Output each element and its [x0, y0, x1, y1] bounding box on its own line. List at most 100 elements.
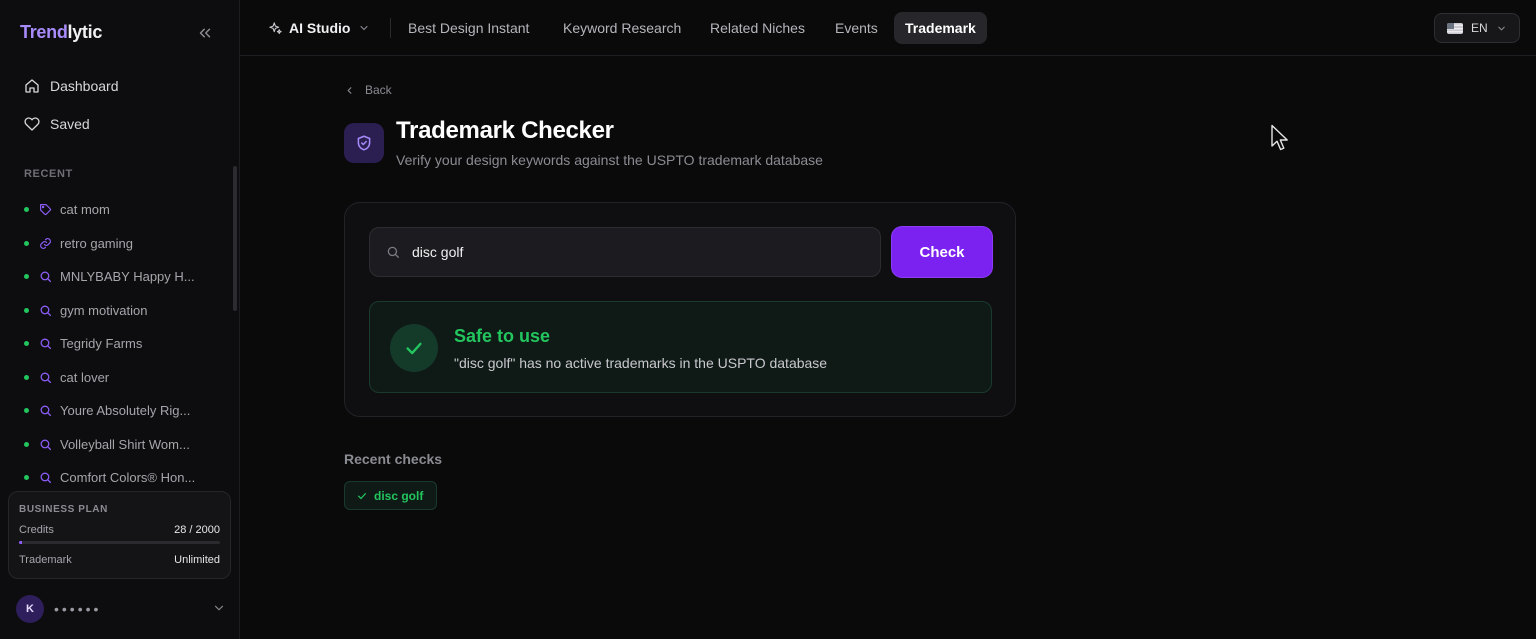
nav-link-keyword-research[interactable]: Keyword Research — [552, 12, 692, 44]
check-icon — [406, 342, 422, 355]
list-item[interactable]: Youre Absolutely Rig... — [0, 394, 232, 428]
credits-progress-fill — [19, 541, 22, 544]
app-root: Trendlytic Dashboard Saved RECENT cat mo… — [0, 0, 1536, 639]
home-icon — [25, 79, 39, 93]
nav-link-related-niches[interactable]: Related Niches — [699, 12, 816, 44]
nav-link-events[interactable]: Events — [824, 12, 889, 44]
nav-link-trademark[interactable]: Trademark — [894, 12, 987, 44]
search-icon — [40, 472, 52, 484]
status-dot — [24, 274, 29, 280]
shield-check-icon — [357, 135, 371, 151]
search-icon — [40, 405, 52, 417]
back-link[interactable]: Back — [344, 82, 392, 98]
sidebar: Trendlytic Dashboard Saved RECENT cat mo… — [0, 0, 240, 639]
trademark-value: Unlimited — [174, 554, 220, 566]
list-item[interactable]: cat lover — [0, 361, 232, 395]
mouse-cursor-icon — [1271, 124, 1288, 151]
result-message: "disc golf" has no active trademarks in … — [454, 355, 828, 371]
language-selector[interactable]: EN — [1434, 13, 1520, 43]
brand-logo-part2: lytic — [67, 22, 103, 42]
recent-section-label: RECENT — [24, 168, 73, 180]
checker-card: Check Safe to use "disc golf" has no act… — [344, 202, 1016, 417]
credits-row: Credits 28 / 2000 — [19, 524, 220, 536]
page-subtitle: Verify your design keywords against the … — [396, 152, 823, 168]
sparkle-icon — [269, 21, 282, 34]
list-item-label: cat lover — [60, 369, 110, 385]
credits-label: Credits — [19, 524, 54, 536]
list-item[interactable]: Comfort Colors® Hon... — [0, 461, 232, 485]
back-label: Back — [365, 83, 392, 97]
list-item-label: Youre Absolutely Rig... — [60, 403, 191, 419]
list-item[interactable]: Tegridy Farms — [0, 327, 232, 361]
credits-value: 28 / 2000 — [174, 524, 220, 536]
list-item[interactable]: MNLYBABY Happy H... — [0, 260, 232, 294]
sidebar-item-label: Saved — [50, 116, 90, 132]
heart-icon — [24, 117, 40, 131]
check-icon — [358, 492, 366, 499]
sidebar-item-saved[interactable]: Saved — [16, 108, 224, 140]
check-button[interactable]: Check — [892, 227, 992, 277]
link-icon — [40, 237, 51, 249]
tag-icon — [40, 204, 52, 216]
chevron-down-icon — [214, 605, 224, 611]
plan-card: BUSINESS PLAN Credits 28 / 2000 Trademar… — [8, 491, 231, 579]
ai-studio-menu[interactable]: AI Studio — [268, 16, 376, 40]
search-icon — [40, 439, 52, 450]
result-status: Safe to use — [454, 326, 551, 346]
status-dot — [24, 374, 29, 380]
list-item-label: Volleyball Shirt Wom... — [60, 436, 190, 452]
status-dot — [24, 475, 29, 481]
trademark-badge — [344, 123, 384, 163]
user-name: •••••• — [54, 601, 102, 617]
sidebar-item-label: Dashboard — [50, 78, 119, 94]
list-item-label: retro gaming — [60, 235, 133, 251]
list-item[interactable]: gym motivation — [0, 294, 232, 328]
success-badge — [390, 324, 438, 372]
collapse-sidebar-icon[interactable] — [196, 24, 214, 42]
keyword-input[interactable] — [412, 244, 852, 260]
search-box — [369, 227, 881, 277]
list-item[interactable]: cat mom — [0, 193, 232, 227]
list-item-label: Tegridy Farms — [60, 336, 143, 352]
page-title: Trademark Checker — [396, 117, 614, 144]
topbar-divider — [390, 18, 391, 38]
status-dot — [24, 441, 29, 447]
avatar: K — [16, 595, 44, 623]
top-bar: AI Studio Best Design Instant Keyword Re… — [240, 0, 1536, 56]
search-icon — [40, 338, 52, 350]
list-item-label: cat mom — [60, 202, 110, 218]
chevron-down-icon — [360, 25, 368, 31]
trademark-row: Trademark Unlimited — [19, 554, 220, 566]
chevron-left-icon — [347, 86, 352, 94]
list-item-label: Comfort Colors® Hon... — [60, 470, 196, 485]
status-dot — [24, 341, 29, 347]
sidebar-scrollbar[interactable] — [233, 166, 237, 311]
result-panel: Safe to use "disc golf" has no active tr… — [369, 301, 992, 393]
status-dot — [24, 408, 29, 414]
language-label: EN — [1471, 21, 1488, 35]
search-icon — [40, 372, 52, 383]
chevron-down-icon — [1497, 26, 1505, 30]
brand-logo[interactable]: Trendlytic — [20, 22, 102, 43]
ai-studio-label: AI Studio — [289, 20, 351, 36]
search-icon — [387, 246, 399, 258]
recent-check-chip[interactable]: disc golf — [344, 481, 438, 510]
trademark-label: Trademark — [19, 554, 72, 566]
search-icon — [40, 271, 52, 283]
list-item[interactable]: Volleyball Shirt Wom... — [0, 428, 232, 462]
list-item-label: gym motivation — [60, 302, 148, 318]
user-menu[interactable]: K •••••• — [16, 595, 226, 623]
nav-link-best-design-instant[interactable]: Best Design Instant — [397, 12, 540, 44]
status-dot — [24, 240, 29, 246]
status-dot — [24, 307, 29, 313]
list-item[interactable]: retro gaming — [0, 227, 232, 261]
us-flag-icon — [1447, 22, 1463, 34]
status-dot — [24, 207, 29, 213]
brand-logo-part1: Trend — [20, 22, 68, 42]
recent-check-label: disc golf — [374, 488, 424, 503]
sidebar-item-dashboard[interactable]: Dashboard — [16, 70, 224, 102]
plan-title: BUSINESS PLAN — [19, 504, 108, 515]
search-icon — [40, 305, 52, 316]
credits-progress-bar — [19, 541, 220, 544]
list-item-label: MNLYBABY Happy H... — [60, 269, 195, 285]
